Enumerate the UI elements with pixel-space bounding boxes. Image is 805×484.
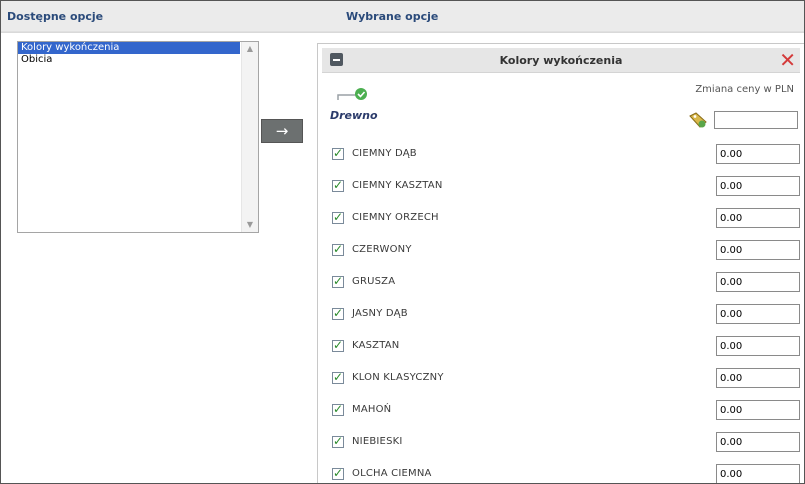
option-price-input[interactable]: [716, 432, 800, 452]
option-row: GRUSZA: [332, 272, 800, 294]
group-price-input[interactable]: [714, 111, 798, 129]
option-label: CZERWONY: [352, 244, 412, 255]
option-label: CIEMNY KASZTAN: [352, 180, 443, 191]
price-change-label: Zmiana ceny w PLN: [695, 84, 794, 95]
option-row: CZERWONY: [332, 240, 800, 262]
option-checkbox[interactable]: [332, 466, 344, 480]
option-row: KASZTAN: [332, 336, 800, 358]
option-checkbox[interactable]: [332, 434, 344, 448]
option-checkbox[interactable]: [332, 306, 344, 320]
option-label: MAHOŃ: [352, 404, 392, 415]
option-checkbox[interactable]: [332, 210, 344, 224]
option-price-input[interactable]: [716, 176, 800, 196]
column-header-bar: Dostępne opcje Wybrane opcje: [1, 1, 804, 32]
option-checkbox[interactable]: [332, 370, 344, 384]
option-price-input[interactable]: [716, 400, 800, 420]
option-price-input[interactable]: [716, 336, 800, 356]
drag-handle-icon[interactable]: [336, 87, 370, 101]
add-option-button[interactable]: →: [261, 119, 303, 143]
option-row: CIEMNY DĄB: [332, 144, 800, 166]
option-label: KLON KLASYCZNY: [352, 372, 444, 383]
option-checkbox[interactable]: [332, 402, 344, 416]
option-price-input[interactable]: [716, 240, 800, 260]
options-editor: Dostępne opcje Wybrane opcje Kolory wyko…: [0, 0, 805, 484]
close-icon[interactable]: ✕: [779, 48, 796, 72]
option-price-input[interactable]: [716, 304, 800, 324]
scroll-up-icon[interactable]: ▲: [244, 44, 256, 54]
option-checkbox[interactable]: [332, 178, 344, 192]
option-checkbox[interactable]: [332, 242, 344, 256]
available-options-items: Kolory wykończenia Obicia: [18, 42, 240, 232]
option-label: CIEMNY DĄB: [352, 148, 417, 159]
option-row: MAHOŃ: [332, 400, 800, 422]
option-checkbox[interactable]: [332, 146, 344, 160]
option-row: CIEMNY KASZTAN: [332, 176, 800, 198]
option-label: KASZTAN: [352, 340, 400, 351]
option-price-input[interactable]: [716, 208, 800, 228]
option-row: CIEMNY ORZECH: [332, 208, 800, 230]
option-price-input[interactable]: [716, 272, 800, 292]
group-label: Drewno: [330, 109, 378, 122]
option-price-input[interactable]: [716, 464, 800, 483]
option-price-input[interactable]: [716, 368, 800, 388]
option-label: NIEBIESKI: [352, 436, 403, 447]
scroll-down-icon[interactable]: ▼: [244, 220, 256, 230]
price-tag-icon[interactable]: [689, 112, 707, 128]
panel-title: Kolory wykończenia: [499, 54, 623, 67]
panel-header: Kolory wykończenia ✕: [322, 48, 800, 73]
option-row: KLON KLASYCZNY: [332, 368, 800, 390]
chosen-options-title: Wybrane opcje: [346, 10, 439, 23]
option-label: GRUSZA: [352, 276, 396, 287]
available-options-title: Dostępne opcje: [7, 10, 104, 23]
list-item[interactable]: Obicia: [18, 54, 240, 66]
available-options-list[interactable]: Kolory wykończenia Obicia ▲ ▼: [17, 41, 259, 233]
option-checkbox[interactable]: [332, 338, 344, 352]
option-price-input[interactable]: [716, 144, 800, 164]
list-scrollbar[interactable]: ▲ ▼: [241, 42, 258, 232]
option-label: CIEMNY ORZECH: [352, 212, 439, 223]
header-divider: [1, 32, 804, 33]
option-row: JASNY DĄB: [332, 304, 800, 326]
option-label: JASNY DĄB: [352, 308, 408, 319]
list-item[interactable]: Kolory wykończenia: [18, 42, 240, 54]
option-checkbox[interactable]: [332, 274, 344, 288]
selected-option-panel: Kolory wykończenia ✕ Zmiana ceny w PLN D…: [317, 43, 804, 483]
option-row: NIEBIESKI: [332, 432, 800, 454]
option-label: OLCHA CIEMNA: [352, 468, 432, 479]
option-row: OLCHA CIEMNA: [332, 464, 800, 483]
